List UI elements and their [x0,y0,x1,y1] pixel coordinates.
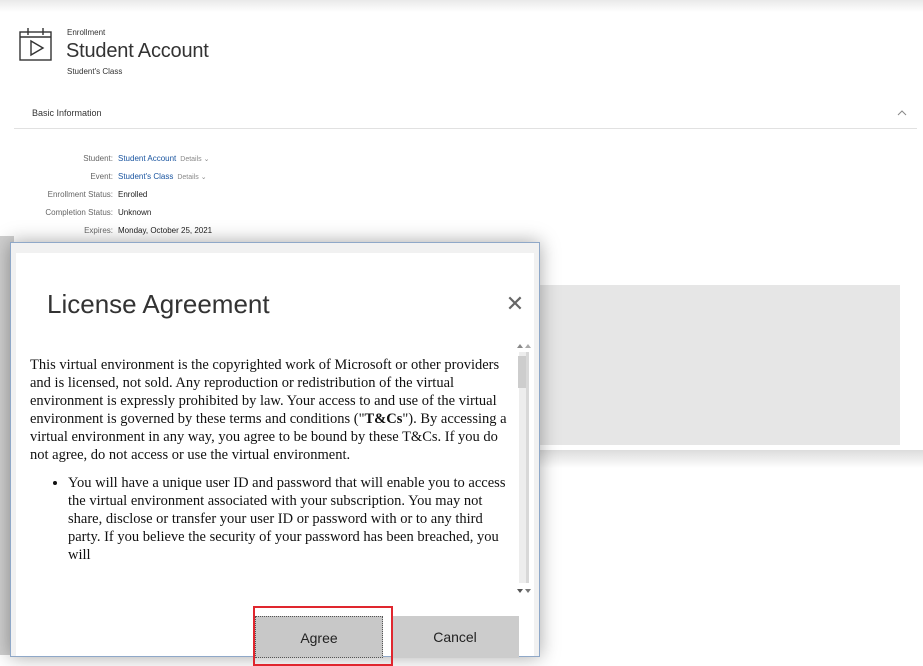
details-dropdown[interactable]: Details ⌄ [180,156,209,163]
dialog-body: License Agreement ✕ This virtual environ… [16,253,534,666]
agree-highlight-box [253,606,393,666]
top-shadow [0,0,923,12]
license-text[interactable]: This virtual environment is the copyrigh… [30,338,512,600]
info-value: Enrolled [118,190,148,199]
scrollbar-track-secondary [526,352,529,583]
close-icon[interactable]: ✕ [503,292,527,316]
content-panel [540,285,900,445]
paragraph-text-bold: T&Cs [364,411,403,427]
panel-shadow [540,450,923,468]
page-title: Student Account [66,40,209,62]
details-label[interactable]: Details [180,156,201,163]
info-value: Unknown [118,208,152,217]
page-subtitle: Student's Class [67,67,123,76]
section-divider [14,128,917,129]
info-label: Student: [83,154,113,163]
info-value[interactable]: Student's Class [118,172,173,181]
calendar-play-icon [19,28,52,61]
breadcrumb[interactable]: Enrollment [67,28,105,37]
license-list: You will have a unique user ID and passw… [30,474,512,564]
info-label: Event: [90,172,113,181]
details-label[interactable]: Details [177,174,198,181]
scrollbar[interactable] [514,338,531,600]
scrollbar-thumb[interactable] [518,356,526,388]
license-paragraph: This virtual environment is the copyrigh… [30,356,512,464]
license-dialog: License Agreement ✕ This virtual environ… [10,242,540,666]
info-value: Monday, October 25, 2021 [118,226,213,235]
section-title-basic-information[interactable]: Basic Information [32,108,102,118]
cancel-button[interactable]: Cancel [391,616,519,658]
chevron-up-icon[interactable] [896,108,908,118]
scroll-down-icon[interactable] [514,586,531,596]
list-item: You will have a unique user ID and passw… [68,474,512,564]
info-label: Expires: [84,226,113,235]
info-label: Enrollment Status: [47,190,113,199]
scroll-up-icon[interactable] [514,340,531,350]
dialog-title: License Agreement [47,289,270,319]
event-link[interactable]: Student's Class Details ⌄ [118,172,207,181]
student-link[interactable]: Student Account Details ⌄ [118,154,209,163]
details-dropdown[interactable]: Details ⌄ [177,174,206,181]
info-value[interactable]: Student Account [118,154,176,163]
info-label: Completion Status: [45,208,113,217]
